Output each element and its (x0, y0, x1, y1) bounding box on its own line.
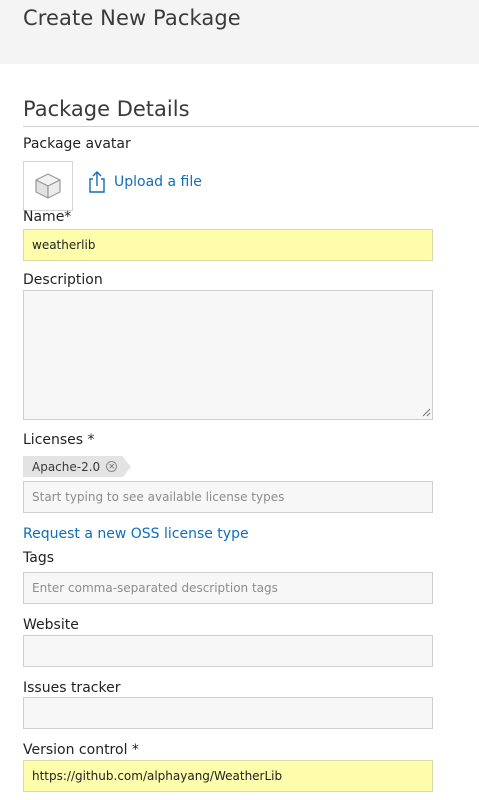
section-divider (23, 126, 479, 127)
upload-file-label: Upload a file (114, 174, 202, 190)
name-input[interactable] (23, 229, 433, 261)
page-title: Create New Package (23, 6, 241, 30)
tags-input[interactable] (23, 572, 433, 604)
version-control-label: Version control * (23, 742, 139, 758)
website-label: Website (23, 617, 79, 633)
version-control-input[interactable] (23, 760, 433, 792)
avatar-label: Package avatar (23, 136, 131, 152)
issues-tracker-input[interactable] (23, 697, 433, 729)
request-license-link[interactable]: Request a new OSS license type (23, 526, 249, 542)
resize-grip-icon[interactable] (422, 408, 431, 417)
upload-icon (89, 171, 105, 193)
issues-tracker-label: Issues tracker (23, 680, 121, 696)
name-label: Name* (23, 209, 72, 225)
license-search-input[interactable] (23, 481, 433, 513)
cube-icon (35, 173, 61, 199)
tag-pointer (123, 456, 132, 477)
license-tag: Apache-2.0 ✕ (23, 456, 132, 477)
description-textarea[interactable] (23, 290, 433, 420)
remove-tag-icon[interactable]: ✕ (106, 461, 118, 472)
page-header: Create New Package (0, 0, 479, 64)
tags-label: Tags (23, 550, 54, 566)
license-tag-label: Apache-2.0 (32, 459, 101, 474)
website-input[interactable] (23, 635, 433, 667)
licenses-label: Licenses * (23, 432, 95, 448)
upload-file-button[interactable]: Upload a file (88, 167, 202, 197)
description-label: Description (23, 272, 103, 288)
section-title: Package Details (23, 97, 190, 121)
package-avatar (23, 161, 73, 211)
